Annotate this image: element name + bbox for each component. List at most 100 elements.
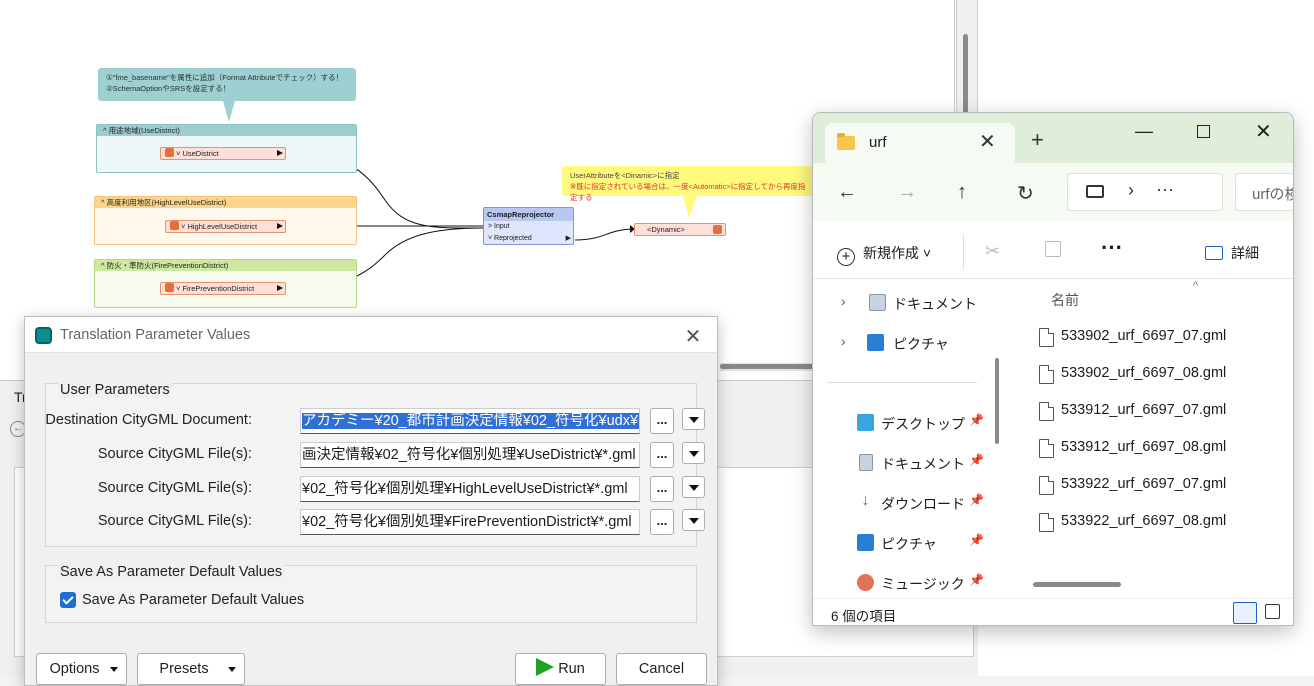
dropdown-button[interactable] (682, 509, 705, 531)
bookmark-title: ^ 防火・準防火(FirePreventionDistrict) (95, 260, 356, 271)
note-line-1: UserAttributeを<Dinamic>に指定 (570, 171, 680, 180)
param-label: Source CityGML File(s): (97, 446, 252, 462)
dialog-titlebar[interactable]: Translation Parameter Values ✕ (25, 317, 717, 353)
tab-label: urf (869, 134, 887, 151)
output-port-reprojected[interactable]: ˅ Reprojected ▶ (484, 233, 573, 245)
param-row-source-3: Source CityGML File(s): ¥02_符号化¥個別処理¥Fir… (46, 509, 705, 535)
dropdown-button[interactable] (682, 408, 705, 430)
more-path-icon[interactable]: ··· (1156, 179, 1174, 200)
transformer-csmapreprojector[interactable]: CsmapReprojector > Input ˅ Reprojected ▶ (483, 207, 574, 245)
fme-app-icon (35, 327, 52, 344)
reader-icon (165, 283, 174, 292)
up-arrow-icon[interactable]: ↑ (957, 181, 967, 204)
writer-icon (713, 225, 722, 234)
minimize-icon[interactable]: — (1135, 121, 1153, 142)
sidebar-item-documents-pinned[interactable]: ドキュメント 📌 (813, 452, 1003, 476)
chevron-down-icon (110, 667, 118, 672)
pin-icon[interactable]: 📌 (969, 413, 984, 427)
pin-icon[interactable]: 📌 (969, 533, 984, 547)
close-window-icon[interactable]: ✕ (1255, 119, 1272, 144)
search-box[interactable]: urfの検 (1235, 173, 1293, 211)
browse-button[interactable]: ... (650, 509, 674, 535)
dropdown-button[interactable] (682, 442, 705, 464)
pin-icon[interactable]: 📌 (969, 573, 984, 587)
reader-feature-type-highlevel[interactable]: ˅ HighLevelUseDistrict (165, 220, 286, 233)
forward-arrow-icon[interactable]: → (897, 181, 917, 204)
sidebar-item-downloads[interactable]: ↓ ダウンロード 📌 (813, 492, 1003, 516)
file-list-horizontal-scrollbar[interactable] (1033, 582, 1121, 587)
reader-feature-type-usedistrict[interactable]: ˅ UseDistrict (160, 147, 286, 160)
new-button[interactable]: + 新規作成 ˅ (837, 243, 931, 266)
details-pane-button[interactable]: 詳細 (1205, 243, 1259, 263)
sort-ascending-icon: ^ (1193, 280, 1199, 292)
pin-icon[interactable]: 📌 (969, 453, 984, 467)
dialog-title: Translation Parameter Values (60, 327, 251, 343)
back-arrow-icon[interactable]: ← (837, 181, 857, 204)
reader-icon (170, 221, 179, 230)
file-icon (1039, 402, 1054, 421)
input-port[interactable]: > Input (484, 221, 573, 233)
tab-urf[interactable]: urf ✕ (825, 123, 1015, 163)
close-tab-icon[interactable]: ✕ (979, 129, 996, 154)
param-label: Destination CityGML Document: (45, 412, 252, 428)
file-icon (1039, 476, 1054, 495)
user-parameters-group: User Parameters Destination CityGML Docu… (45, 382, 705, 547)
source-path-input[interactable]: 画決定情報¥02_符号化¥個別処理¥UseDistrict¥*.gml (300, 442, 640, 468)
browse-button[interactable]: ... (650, 442, 674, 468)
sidebar-item-music[interactable]: ミュージック 📌 (813, 572, 1003, 596)
plus-icon: + (837, 248, 855, 266)
feature-type-label: HighLevelUseDistrict (187, 222, 258, 231)
output-port-icon (277, 223, 283, 229)
sidebar-item-pictures[interactable]: › ピクチャ (813, 332, 1003, 356)
cut-icon[interactable]: ✂ (985, 241, 1000, 262)
presets-button[interactable]: Presets (137, 653, 245, 685)
more-options-icon[interactable]: ··· (1101, 235, 1123, 261)
group-title: Save As Parameter Default Values (58, 564, 285, 580)
destination-path-input[interactable]: アカデミー¥20_都市計画決定情報¥02_符号化¥udx¥urf (300, 408, 640, 434)
close-icon[interactable]: ✕ (683, 324, 703, 349)
sidebar-item-desktop[interactable]: デスクトップ 📌 (813, 412, 1003, 436)
desktop: ①"fme_basename"を属性に追加（Format Attributeでチ… (0, 0, 1314, 686)
browse-button[interactable]: ... (650, 408, 674, 434)
annotation-note-yellow[interactable]: UserAttributeを<Dinamic>に指定 ※既に指定されている場合は… (562, 166, 820, 202)
pin-icon[interactable]: 📌 (969, 493, 984, 507)
group-title: User Parameters (58, 382, 172, 398)
chevron-right-icon[interactable]: › (841, 333, 846, 349)
copy-icon[interactable] (1045, 241, 1061, 257)
picture-icon (857, 534, 874, 551)
refresh-icon[interactable]: ↻ (1017, 181, 1034, 206)
feature-type-label: UseDistrict (182, 149, 219, 158)
options-button[interactable]: Options (36, 653, 127, 685)
play-icon (536, 658, 555, 676)
sidebar-item-documents[interactable]: › ドキュメント (813, 292, 1003, 316)
reader-feature-type-fireprevention[interactable]: ˅ FirePreventionDistrict (160, 282, 286, 295)
details-view-icon[interactable] (1233, 602, 1257, 624)
column-header-name[interactable]: 名前 (1051, 290, 1079, 310)
maximize-icon[interactable] (1197, 125, 1210, 138)
param-label: Source CityGML File(s): (97, 480, 252, 496)
annotation-note-teal[interactable]: ①"fme_basename"を属性に追加（Format Attributeでチ… (98, 68, 356, 101)
sidebar-item-pictures-pinned[interactable]: ピクチャ 📌 (813, 532, 1003, 556)
bookmark-title: ^ 高度利用地区(HighLevelUseDistrict) (95, 197, 356, 208)
file-icon (1039, 439, 1054, 458)
output-port-icon (277, 285, 283, 291)
cancel-button[interactable]: Cancel (616, 653, 707, 685)
address-bar[interactable]: › ··· (1067, 173, 1223, 211)
source-path-input[interactable]: ¥02_符号化¥個別処理¥HighLevelUseDistrict¥*.gml (300, 476, 640, 502)
explorer-command-bar: + 新規作成 ˅ ✂ ··· 詳細 (813, 221, 1293, 279)
new-tab-icon[interactable]: + (1031, 127, 1044, 153)
picture-icon (867, 334, 884, 351)
source-path-input[interactable]: ¥02_符号化¥個別処理¥FirePreventionDistrict¥*.gm… (300, 509, 640, 535)
chevron-right-icon[interactable]: › (1128, 180, 1134, 201)
document-icon (869, 294, 886, 311)
run-button[interactable]: Run (515, 653, 606, 685)
browse-button[interactable]: ... (650, 476, 674, 502)
document-icon (859, 454, 873, 471)
chevron-right-icon[interactable]: › (841, 293, 846, 309)
desktop-icon (857, 414, 874, 431)
large-icons-view-icon[interactable] (1265, 604, 1280, 619)
writer-feature-type-dynamic[interactable]: <Dynamic> (634, 223, 726, 236)
save-defaults-checkbox[interactable] (60, 592, 76, 608)
param-row-destination: Destination CityGML Document: アカデミー¥20_都… (45, 408, 705, 434)
dropdown-button[interactable] (682, 476, 705, 498)
